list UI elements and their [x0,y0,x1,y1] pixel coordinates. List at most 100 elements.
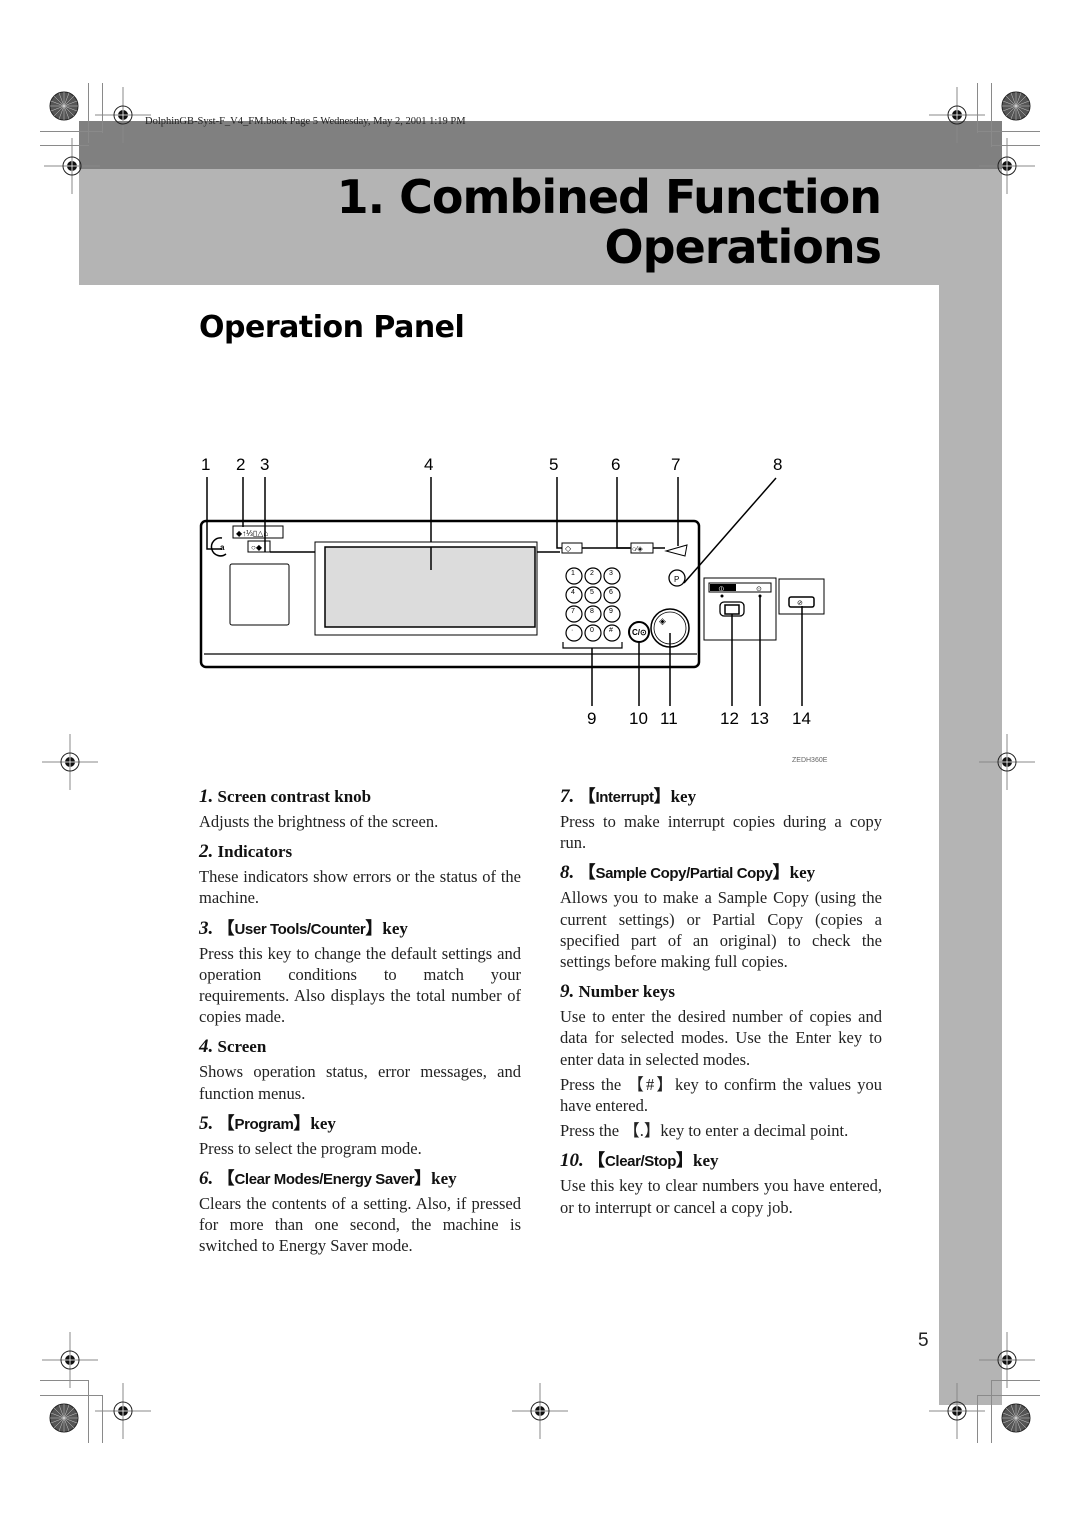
item-number: 3. [199,917,214,939]
description-item: 10. 【Clear/Stop】key Use this key to clear… [560,1149,882,1217]
bracket-open: 【 [578,863,596,883]
item-title-text: 】key [293,1113,336,1133]
registration-mark [43,137,101,195]
key-name: Sample Copy/Partial Copy [595,865,774,883]
section-title: Operation Panel [199,310,465,345]
item-description: Press the 【#】key to confirm the values y… [560,1074,882,1116]
description-item: 5. 【Program】key Press to select the progr… [199,1112,521,1159]
item-number: 10. [560,1150,584,1172]
description-column-right: 7. 【Interrupt】key Press to make interrupt… [560,785,882,1226]
number-key-label: 2 [590,570,594,577]
number-key-label: 6 [609,589,613,596]
callout-1: 1 [201,455,210,474]
number-key-label: · [571,627,573,634]
callout-4: 4 [424,455,433,474]
callout-11: 11 [660,709,678,728]
color-target-mark [1001,91,1031,121]
callout-5: 5 [549,455,558,474]
description-item: 4. Screen Shows operation status, error m… [199,1035,521,1103]
item-description: Use to enter the desired number of copie… [560,1007,882,1069]
callout-3: 3 [260,455,269,474]
item-title-text: 】key [414,1169,457,1189]
item-description: Allows you to make a Sample Copy (using … [560,888,882,972]
item-description: Press to select the program mode. [199,1138,422,1158]
callout-6: 6 [611,455,620,474]
callout-12: 12 [720,709,739,728]
operation-panel-diagram: 1 2 3 4 5 6 7 8 9 10 11 12 13 14 ◆↑⅓▯△⌂ … [199,455,825,728]
item-description: These indicators show errors or the stat… [199,867,521,908]
description-item: 2. Indicators These indicators show error… [199,840,521,908]
registration-mark [41,733,99,791]
number-key-label: 3 [609,570,613,577]
bracket-open: 【 [578,787,596,806]
chapter-title: 1. Combined Function Operations [336,170,882,272]
callout-9: 9 [587,709,596,728]
clear-stop-key-label: C/⊙ [632,628,647,637]
item-number: 4. [199,1036,214,1058]
description-item: 7. 【Interrupt】key Press to make interrupt… [560,785,882,853]
registration-mark [41,1331,99,1389]
item-title-text: 】key [772,863,816,883]
svg-text:P: P [674,575,679,584]
item-description: Adjusts the brightness of the screen. [199,812,439,831]
description-item: 6. 【Clear Modes/Energy Saver】key Clears t… [199,1167,521,1257]
item-description: Press this key to change the default set… [199,943,521,1027]
item-number: 7. [560,786,575,807]
bracket-open: 【 [217,1169,235,1189]
item-title: 9. Number keys [560,980,882,1005]
number-key [565,624,583,642]
callout-13: 13 [750,709,769,728]
callout-8: 8 [773,455,782,474]
description-item: 3. 【User Tools/Counter】key Press this key… [199,917,521,1028]
item-title: 4. Screen [199,1035,521,1060]
color-target-mark [1001,1403,1031,1433]
key-name: Interrupt [595,789,654,806]
callout-7: 7 [671,455,680,474]
number-key-label: # [609,627,613,634]
registration-mark [978,137,1036,195]
running-header: DolphinGB-Syst-F_V4_FM.book Page 5 Wedne… [145,116,466,127]
description-item: 8. 【Sample Copy/Partial Copy】key Allows y… [560,861,882,972]
svg-text:⊙: ⊙ [756,586,762,593]
item-number: 6. [199,1168,214,1190]
item-number: 5. [199,1112,214,1134]
number-key-label: 1 [571,570,575,577]
bracket-open: 【 [217,918,235,938]
item-title: 5. 【Program】key [199,1112,521,1137]
number-key-label: 8 [590,608,594,615]
svg-text:○◆: ○◆ [251,543,263,552]
indicator-icons: ◆↑⅓▯△⌂ [236,529,268,538]
item-title-text: Number keys [578,982,676,1002]
description-item: 9. Number keys Use to enter the desired n… [560,980,882,1141]
key-name: User Tools/Counter [234,920,366,938]
item-description: Press to make interrupt copies during a … [560,812,882,853]
description-column-left: 1. Screen contrast knob Adjusts the brigh… [199,785,521,1265]
number-key-label: 9 [609,608,613,615]
item-title-text: 】key [653,787,697,806]
callout-10: 10 [629,709,648,728]
registration-mark [978,733,1036,791]
key-name: Clear Modes/Energy Saver [234,1171,415,1189]
item-description: Clears the contents of a setting. Also, … [199,1194,521,1256]
color-target-mark [49,91,79,121]
svg-text:◇: ◇ [565,544,572,553]
key-name: Clear/Stop [605,1153,677,1171]
svg-text:⊘: ⊘ [797,600,803,607]
number-key-label: 7 [571,608,575,615]
item-description: Press the 【.】key to enter a decimal poin… [560,1121,849,1141]
chapter-title-line-1: 1. Combined Function [336,170,882,224]
callout-2: 2 [236,455,245,474]
registration-mark [511,1382,569,1440]
item-number: 9. [560,981,575,1003]
item-title: 3. 【User Tools/Counter】key [199,917,521,942]
item-title: 1. Screen contrast knob [199,785,521,810]
item-number: 8. [560,862,575,884]
color-target-mark [49,1403,79,1433]
item-title: 7. 【Interrupt】key [560,785,882,810]
item-title-text: Indicators [217,842,293,862]
item-title-text: 】key [676,1151,719,1171]
registration-mark [94,86,152,144]
registration-mark [978,1331,1036,1389]
item-number: 1. [199,786,214,807]
registration-mark [94,1382,152,1440]
